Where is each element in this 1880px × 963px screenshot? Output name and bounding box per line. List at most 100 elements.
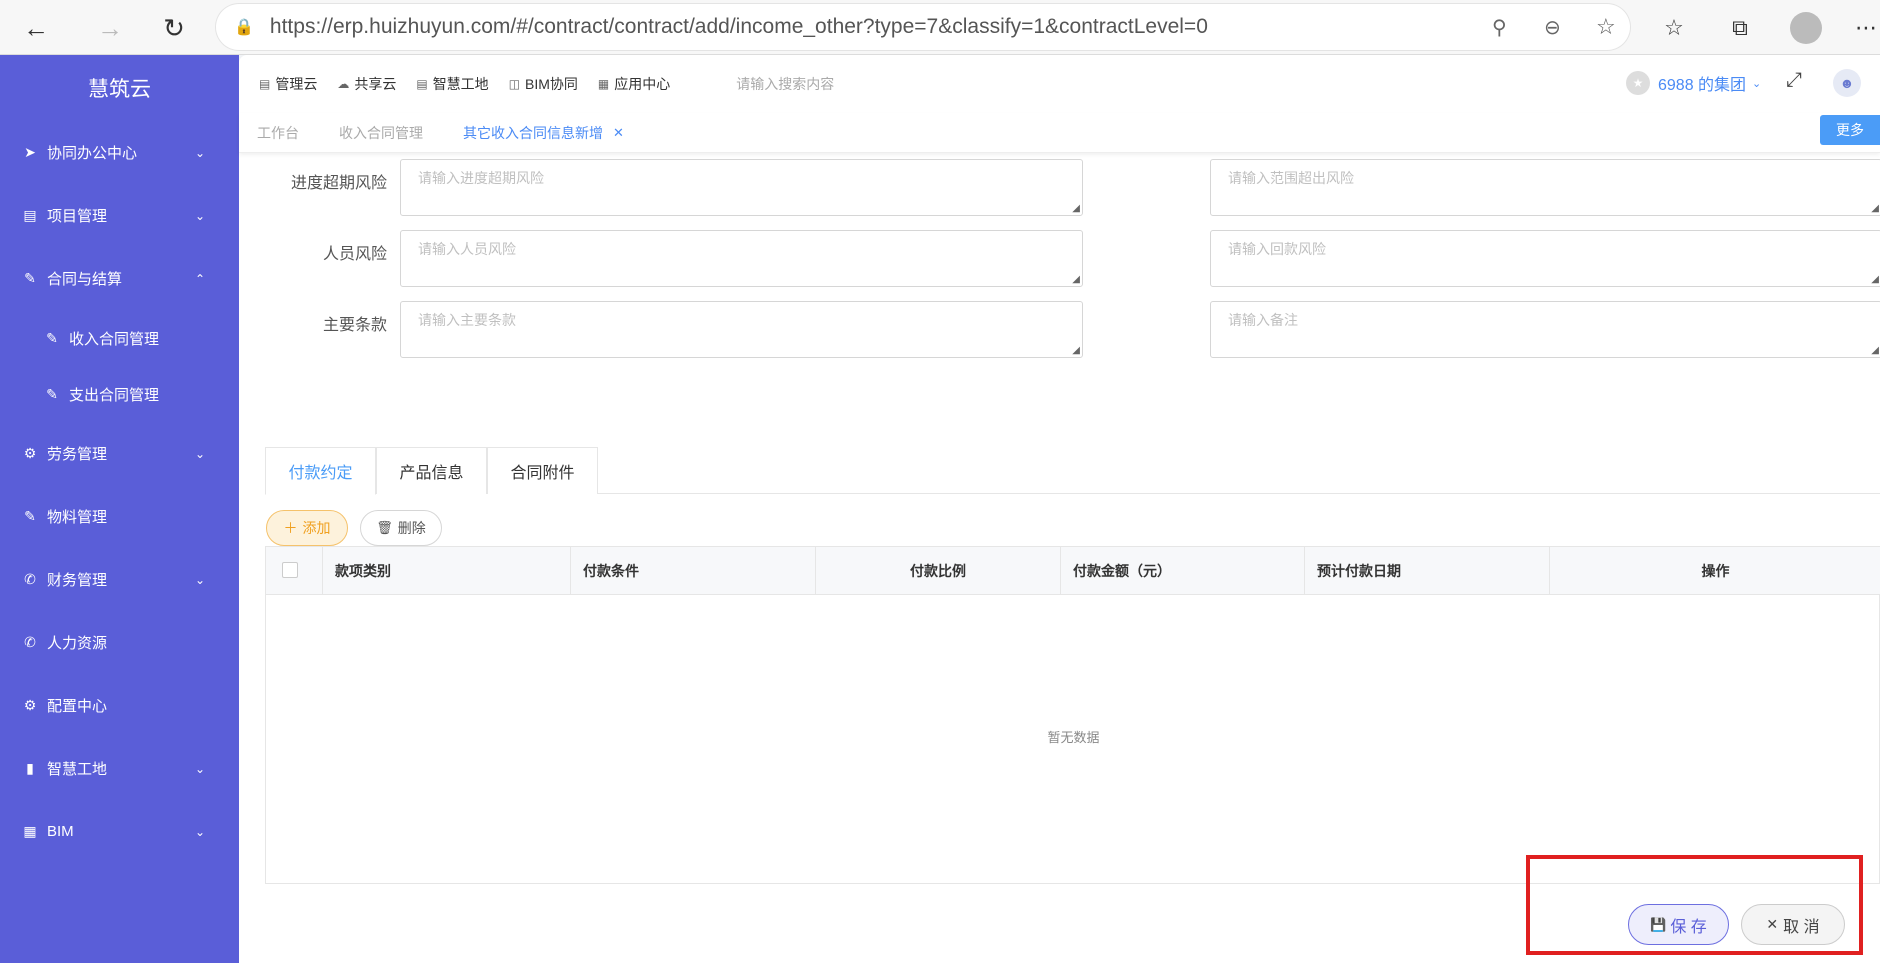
url-text[interactable]: https://erp.huizhuyun.com/#/contract/con… [270,15,1208,39]
field-label: 进度超期风险 [290,175,387,192]
empty-state-text: 暂无数据 [1047,730,1100,745]
page-tab[interactable]: 其它收入合同信息新增 [463,123,603,143]
chevron-down-icon: ⌄ [194,145,205,160]
page-tab[interactable]: 收入合同管理 [339,123,423,143]
resize-handle-icon[interactable]: ◢ [1871,203,1879,214]
phone-icon: ✆ [24,634,36,650]
delete-button[interactable]: 🗑 删除 [360,510,442,546]
back-icon[interactable]: ← [16,8,56,48]
save-button[interactable]: 💾 保 存 [1628,904,1729,945]
column-header: 付款比例 [816,547,1061,595]
resize-handle-icon[interactable]: ◢ [1072,274,1080,285]
detail-tab[interactable]: 产品信息 [376,447,487,494]
user-avatar[interactable]: ☻ [1833,69,1861,97]
trash-icon: 🗑 [376,520,393,535]
bar-chart-icon: ▮ [26,760,34,776]
sidebar-item[interactable]: ✎ 物料管理 [0,485,239,548]
key-icon[interactable]: ⚲ [1492,15,1507,40]
resize-handle-icon[interactable]: ◢ [1871,274,1879,285]
close-tab-icon[interactable]: ✕ [613,125,624,141]
address-bar[interactable]: 🔒 https://erp.huizhuyun.com/#/contract/c… [216,4,1630,50]
sidebar-item-label: 财务管理 [47,572,108,589]
topnav-item[interactable]: ▦ 应用中心 [598,74,670,94]
sidebar-item-label: 收入合同管理 [69,330,160,348]
sidebar-item[interactable]: ▦ BIM ⌄ [0,800,239,863]
topnav-item[interactable]: ▤ 智慧工地 [416,74,488,94]
grid-icon: ▦ [597,77,610,91]
chevron-down-icon: ⌄ [194,208,205,223]
chevron-up-icon: ⌃ [194,271,205,286]
sidebar-item[interactable]: ⚙ 配置中心 [0,674,239,737]
page-tab[interactable]: 工作台 [257,123,299,143]
sidebar-item[interactable]: ✎ 收入合同管理 [0,310,239,366]
column-header: 款项类别 [323,547,571,595]
topnav-item[interactable]: ▤ 管理云 [259,74,317,94]
sidebar: 慧筑云 ➤ 协同办公中心 ⌄ ▤ 项目管理 ⌄ ✎ 合同与结算 ⌃ ✎ 收入合同管理 ✎ 支出合同管理 ⚙… [0,55,239,963]
sidebar-nav: ➤ 协同办公中心 ⌄ ▤ 项目管理 ⌄ ✎ 合同与结算 ⌃ ✎ 收入合同管理 ✎ 支出合同管理 ⚙ 劳务管理… [0,121,239,863]
fullscreen-icon[interactable]: ⤢ [1786,69,1802,92]
search-input[interactable]: 请输入搜索内容 [736,74,834,94]
sidebar-item-label: BIM [47,823,74,840]
topnav-item-label: 智慧工地 [432,76,489,92]
select-all-checkbox[interactable] [282,562,298,578]
topnav-item[interactable]: ◫ BIM协同 [509,74,578,94]
sidebar-item[interactable]: ▮ 智慧工地 ⌄ [0,737,239,800]
content-panel: ▤ 管理云 ☁ 共享云 ▤ 智慧工地 ◫ BIM协同 ▦ 应用中心 请输入搜索内容 ★ 6988 … [239,55,1880,963]
resize-handle-icon[interactable]: ◢ [1072,203,1080,214]
zoom-out-icon[interactable]: ⊖ [1544,15,1561,40]
sidebar-item[interactable]: ▤ 项目管理 ⌄ [0,184,239,247]
column-header: 付款条件 [571,547,816,595]
cancel-button[interactable]: ✕ 取 消 [1741,904,1845,945]
edit-icon: ✎ [24,270,36,286]
detail-tab[interactable]: 付款约定 [265,447,376,495]
topnav-item-label: BIM协同 [525,76,578,92]
chevron-down-icon: ⌄ [194,572,205,587]
sidebar-item-label: 合同与结算 [47,271,123,288]
sidebar-item-label: 支出合同管理 [69,386,160,404]
favorites-icon[interactable]: ☆ [1654,8,1694,48]
sidebar-item-label: 配置中心 [47,698,108,715]
forward-icon[interactable]: → [90,8,130,48]
form-row: 人员风险请输入人员风险◢回款风险请输入回款风险◢ [239,230,1880,290]
main-area: ▤ 管理云 ☁ 共享云 ▤ 智慧工地 ◫ BIM协同 ▦ 应用中心 请输入搜索内容 ★ 6988 … [239,55,1880,963]
sidebar-item-label: 项目管理 [47,208,108,225]
textarea-field[interactable]: 请输入主要条款 ◢ [400,301,1083,358]
phone-icon: ✆ [24,571,36,587]
org-switcher[interactable]: ★ 6988 的集团 ⌄ [1626,71,1761,95]
column-header: 操作 [1701,563,1730,579]
plus-icon: ＋ [283,520,298,536]
form-row: 进度超期风险请输入进度超期风险◢范围超出风险请输入范围超出风险◢ [239,159,1880,219]
favorite-add-icon[interactable]: ☆ [1596,14,1616,40]
chevron-down-icon: ⌄ [194,761,205,776]
more-tabs-button[interactable]: 更多 [1820,115,1880,145]
sidebar-item[interactable]: ✎ 合同与结算 ⌃ [0,247,239,310]
sidebar-item[interactable]: ⚙ 劳务管理 ⌄ [0,422,239,485]
cube-icon: ◫ [508,77,521,91]
collections-icon[interactable]: ⧉ [1720,8,1760,48]
table-header: 款项类别 付款条件 付款比例 付款金额（元） 预计付款日期 操作 [266,547,1880,595]
sidebar-item[interactable]: ➤ 协同办公中心 ⌄ [0,121,239,184]
resize-handle-icon[interactable]: ◢ [1072,345,1080,356]
worker-icon: ⚙ [23,445,37,461]
textarea-field[interactable]: 请输入备注 ◢ [1210,301,1880,358]
refresh-icon[interactable]: ↻ [154,8,194,48]
textarea-field[interactable]: 请输入范围超出风险 ◢ [1210,159,1880,216]
sidebar-item-label: 劳务管理 [47,446,108,463]
field-label: 主要条款 [322,317,387,334]
sidebar-item[interactable]: ✆ 财务管理 ⌄ [0,548,239,611]
textarea-field[interactable]: 请输入人员风险 ◢ [400,230,1083,287]
field-label: 人员风险 [322,246,387,263]
book-icon: ▤ [23,207,37,223]
more-menu-icon[interactable]: ⋯ [1846,8,1880,48]
textarea-field[interactable]: 请输入进度超期风险 ◢ [400,159,1083,216]
detail-tab[interactable]: 合同附件 [487,447,598,494]
resize-handle-icon[interactable]: ◢ [1871,345,1879,356]
sidebar-item[interactable]: ✆ 人力资源 [0,611,239,674]
profile-icon[interactable] [1786,8,1826,48]
topnav-item[interactable]: ☁ 共享云 [337,74,396,94]
column-header: 预计付款日期 [1305,547,1550,595]
add-button[interactable]: ＋ 添加 [266,510,348,546]
sidebar-item[interactable]: ✎ 支出合同管理 [0,366,239,422]
close-icon: ✕ [1766,916,1779,932]
textarea-field[interactable]: 请输入回款风险 ◢ [1210,230,1880,287]
